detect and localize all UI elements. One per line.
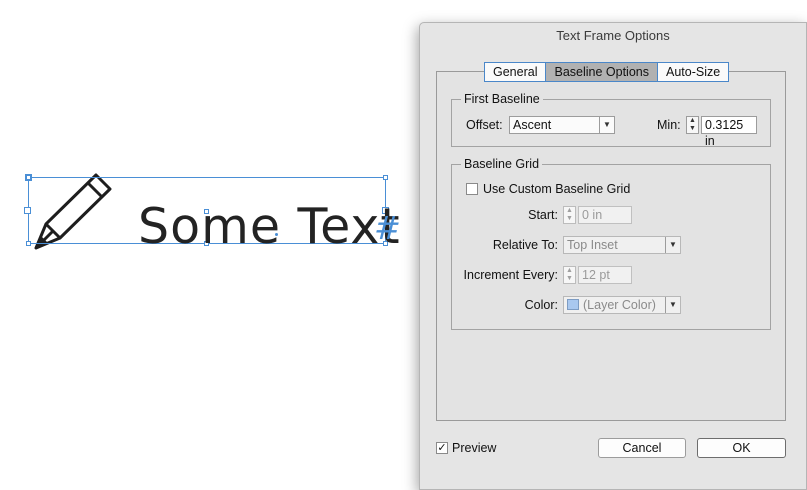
use-custom-baseline-checkbox[interactable] — [466, 183, 478, 195]
increment-every-label: Increment Every: — [463, 268, 558, 282]
color-value: (Layer Color) — [583, 298, 656, 312]
cancel-button[interactable]: Cancel — [598, 438, 686, 458]
color-dropdown[interactable]: (Layer Color) ▼ — [563, 296, 681, 314]
increment-stepper[interactable]: ▲ ▼ — [563, 266, 576, 284]
chevron-down-icon: ▼ — [599, 117, 614, 133]
increment-field[interactable]: 12 pt — [578, 266, 632, 284]
relative-to-label: Relative To: — [492, 238, 558, 252]
first-baseline-title: First Baseline — [461, 92, 543, 106]
dialog-title: Text Frame Options — [556, 28, 670, 43]
baseline-grid-marker: # — [374, 209, 401, 247]
frame-handle-middle-left[interactable] — [24, 207, 31, 214]
frame-handle-top-right[interactable] — [383, 175, 388, 180]
tab-bar: General Baseline Options Auto-Size — [484, 62, 730, 82]
first-baseline-group: First Baseline Offset: Ascent ▼ Min: ▲ ▼ … — [451, 92, 771, 148]
min-field[interactable]: 0.3125 in — [701, 116, 757, 148]
text-frame-options-dialog: Text Frame Options First Baseline Offset… — [419, 22, 807, 490]
offset-label: Offset: — [466, 118, 503, 132]
use-custom-baseline-label[interactable]: Use Custom Baseline Grid — [483, 181, 630, 197]
offset-dropdown[interactable]: Ascent ▼ — [509, 116, 615, 134]
relative-to-value: Top Inset — [567, 238, 618, 252]
tab-general[interactable]: General — [485, 63, 546, 81]
frame-handle-bottom-left[interactable] — [26, 241, 31, 246]
relative-to-dropdown[interactable]: Top Inset ▼ — [563, 236, 681, 254]
frame-text-content[interactable]: Some Text — [138, 197, 401, 257]
chevron-down-icon: ▼ — [665, 297, 680, 313]
layer-color-swatch — [567, 299, 579, 310]
preview-label[interactable]: Preview — [452, 440, 496, 456]
baseline-grid-title: Baseline Grid — [461, 157, 543, 171]
chevron-down-icon: ▼ — [665, 237, 680, 253]
offset-value: Ascent — [513, 118, 552, 132]
tab-baseline-options[interactable]: Baseline Options — [545, 63, 657, 81]
min-stepper[interactable]: ▲ ▼ — [686, 116, 699, 134]
tab-content-panel: First Baseline Offset: Ascent ▼ Min: ▲ ▼ … — [436, 71, 786, 421]
baseline-grid-group: Baseline Grid Use Custom Baseline Grid S… — [451, 157, 771, 330]
start-stepper[interactable]: ▲ ▼ — [563, 206, 576, 224]
ok-button[interactable]: OK — [697, 438, 786, 458]
preview-checkbox[interactable]: ✓ — [436, 442, 448, 454]
min-label: Min: — [657, 118, 681, 132]
tab-auto-size[interactable]: Auto-Size — [657, 63, 729, 81]
start-label: Start: — [528, 208, 558, 222]
start-field[interactable]: 0 in — [578, 206, 632, 224]
color-label: Color: — [524, 298, 558, 312]
frame-handle-top-left-corner[interactable] — [26, 175, 31, 180]
